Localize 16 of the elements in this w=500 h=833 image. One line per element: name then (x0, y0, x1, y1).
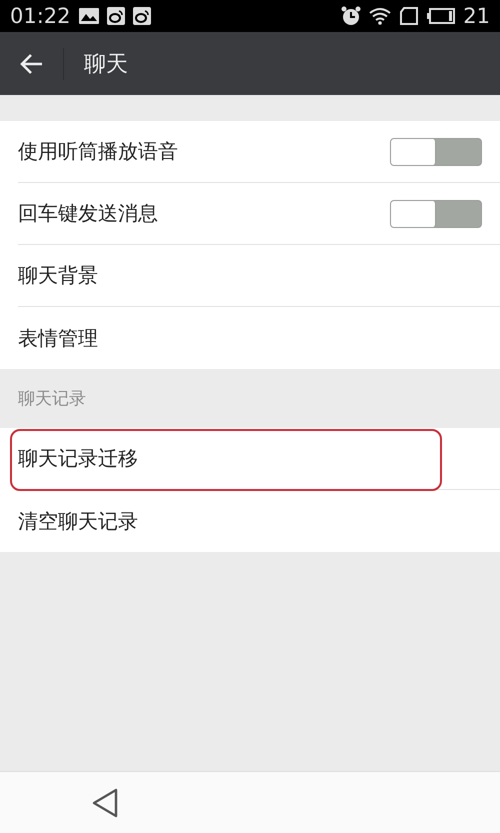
page-title: 聊天 (84, 50, 128, 78)
app-notification-icon (106, 7, 125, 25)
clock-time: 01:22 (10, 4, 71, 28)
battery-icon (427, 8, 456, 24)
toggle-switch[interactable] (390, 138, 482, 166)
setting-label: 回车键发送消息 (18, 200, 159, 227)
sim-card-icon (399, 7, 420, 25)
app-notification-icon (132, 7, 151, 25)
setting-label: 使用听筒播放语音 (18, 138, 179, 165)
toggle-switch[interactable] (390, 200, 482, 228)
back-button[interactable] (91, 788, 119, 818)
alarm-icon (341, 6, 362, 26)
wifi-icon (369, 7, 392, 25)
section-header: 聊天记录 (17, 388, 87, 411)
battery-level: 21 (463, 4, 490, 28)
image-icon (78, 8, 99, 24)
